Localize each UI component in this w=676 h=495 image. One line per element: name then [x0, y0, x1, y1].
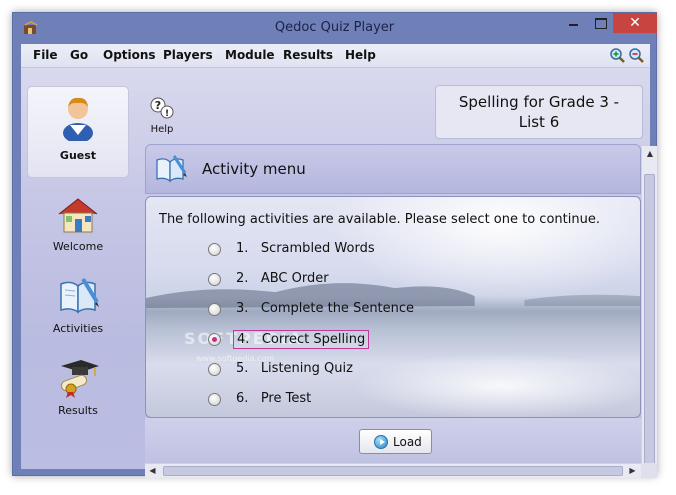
menu-options[interactable]: Options — [103, 48, 156, 62]
activity-panel: SOFTPEDIA www.softpedia.com The followin… — [145, 196, 641, 418]
menu-players[interactable]: Players — [163, 48, 213, 62]
activity-radio-1[interactable] — [208, 243, 221, 256]
book-icon — [60, 277, 99, 314]
menu-results[interactable]: Results — [283, 48, 333, 62]
horizontal-scrollbar[interactable]: ◀ ▶ — [145, 463, 641, 478]
activity-header-title: Activity menu — [202, 160, 306, 178]
user-label: Guest — [59, 149, 97, 162]
activity-option-2-label: 2. ABC Order — [236, 271, 329, 286]
load-button[interactable]: Load — [359, 429, 432, 454]
activity-radio-6[interactable] — [208, 393, 221, 406]
menu-bar: File Go Options Players Module Results H… — [21, 44, 650, 68]
scroll-corner — [641, 463, 657, 478]
zoom-in-icon[interactable] — [609, 47, 626, 64]
activity-radio-4[interactable] — [208, 333, 221, 346]
help-label: Help — [150, 124, 174, 135]
zoom-out-icon[interactable] — [628, 47, 645, 64]
vertical-scroll-thumb[interactable] — [644, 174, 655, 474]
activity-option-1-label: 1. Scrambled Words — [236, 241, 375, 256]
activity-option-4-label: 4. Correct Spelling — [233, 330, 370, 349]
help-icon: ? ! — [150, 97, 174, 119]
horizontal-scroll-thumb[interactable] — [163, 466, 623, 476]
scroll-left-arrow-icon[interactable]: ◀ — [145, 464, 160, 478]
maximize-button[interactable] — [587, 13, 613, 33]
activity-radio-2[interactable] — [208, 273, 221, 286]
activity-option-5-label: 5. Listening Quiz — [236, 361, 353, 376]
house-icon — [58, 198, 98, 233]
menu-module[interactable]: Module — [225, 48, 275, 62]
activity-intro-text: The following activities are available. … — [159, 212, 600, 227]
vertical-scrollbar[interactable]: ▲ ▼ — [641, 146, 657, 478]
activity-option-3-label: 3. Complete the Sentence — [236, 301, 415, 316]
activity-book-icon — [156, 155, 187, 183]
scroll-right-arrow-icon[interactable]: ▶ — [625, 464, 640, 478]
sidebar-label-results: Results — [58, 404, 98, 417]
user-icon — [63, 97, 93, 141]
sidebar-item-results[interactable]: Results — [27, 358, 129, 417]
help-button[interactable]: ? ! Help — [145, 96, 179, 135]
graduation-icon — [60, 360, 99, 398]
sidebar: Guest Welcome Activities Results — [21, 82, 141, 470]
minimize-button[interactable] — [560, 13, 586, 33]
app-window: Qedoc Quiz Player ✕ File Go Options Play… — [12, 12, 657, 478]
sidebar-item-activities[interactable]: Activities — [27, 276, 129, 335]
activity-radio-5[interactable] — [208, 363, 221, 376]
activity-header: Activity menu — [145, 144, 641, 194]
quiz-title-line2: List 6 — [518, 113, 560, 131]
activity-footer: Load — [145, 418, 641, 466]
load-button-label: Load — [393, 435, 422, 449]
close-button[interactable]: ✕ — [613, 13, 657, 33]
menu-file[interactable]: File — [33, 48, 58, 62]
svg-text:!: ! — [165, 109, 169, 119]
svg-text:?: ? — [155, 99, 161, 112]
play-icon — [374, 435, 388, 449]
sidebar-item-welcome[interactable]: Welcome — [27, 196, 129, 253]
quiz-title-line1: Spelling for Grade 3 - — [458, 93, 620, 111]
close-icon: ✕ — [629, 15, 641, 31]
scroll-up-arrow-icon[interactable]: ▲ — [642, 146, 658, 162]
menu-help[interactable]: Help — [345, 48, 376, 62]
sidebar-label-activities: Activities — [52, 322, 104, 335]
activity-radio-3[interactable] — [208, 303, 221, 316]
quiz-title-box: Spelling for Grade 3 - List 6 — [435, 85, 643, 139]
sidebar-label-welcome: Welcome — [52, 240, 104, 253]
activity-option-6-label: 6. Pre Test — [236, 391, 312, 406]
title-bar[interactable]: Qedoc Quiz Player ✕ — [13, 13, 657, 43]
activity-content: Activity menu SOFTPEDIA www.softpedia.co… — [145, 144, 641, 468]
user-card[interactable]: Guest — [27, 86, 129, 178]
client-area: File Go Options Players Module Results H… — [21, 44, 657, 478]
menu-go[interactable]: Go — [70, 48, 88, 62]
